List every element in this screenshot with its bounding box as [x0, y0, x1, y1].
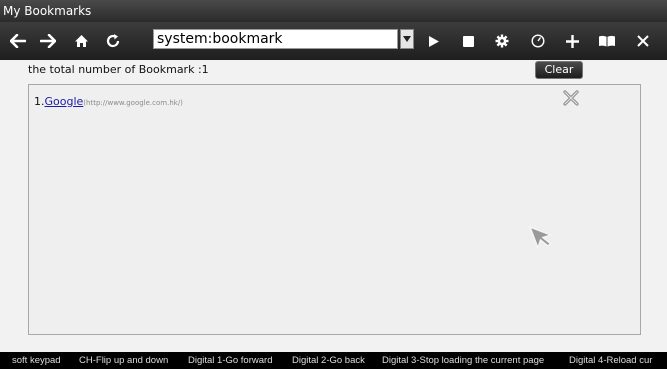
bookmark-list: 1.Google(http://www.google.com.hk/)	[28, 84, 641, 335]
home-button[interactable]	[66, 22, 96, 60]
bookmark-url: (http://www.google.com.hk/)	[83, 99, 183, 107]
refresh-button[interactable]	[98, 22, 128, 60]
window-title: My Bookmarks	[3, 4, 92, 18]
pointer-cursor-icon	[528, 225, 553, 250]
delete-icon	[563, 90, 579, 106]
close-icon	[637, 35, 649, 47]
go-button[interactable]	[419, 22, 449, 60]
add-bookmark-button[interactable]	[557, 22, 587, 60]
clock-icon	[531, 34, 545, 48]
forward-button[interactable]	[33, 22, 63, 60]
status-hint: Digital 3-Stop loading the current page	[382, 355, 545, 366]
status-hint: Digital 2-Go back	[292, 355, 365, 366]
stop-icon	[462, 35, 474, 47]
status-hint: Digital 1-Go forward	[188, 355, 273, 366]
address-input[interactable]	[153, 29, 398, 49]
close-button[interactable]	[628, 22, 658, 60]
status-hint: Digital 4-Reload cur	[569, 355, 653, 366]
bookmark-link[interactable]: Google	[45, 95, 84, 108]
bookmark-index: 1.	[34, 95, 45, 108]
plus-icon	[565, 34, 579, 48]
history-button[interactable]	[523, 22, 553, 60]
gear-icon	[495, 34, 509, 48]
bookmarks-button[interactable]	[592, 22, 622, 60]
play-icon	[429, 35, 439, 47]
stop-button[interactable]	[453, 22, 483, 60]
book-icon	[599, 35, 615, 47]
title-bar: My Bookmarks	[0, 0, 667, 22]
address-dropdown-button[interactable]	[400, 29, 414, 49]
refresh-icon	[106, 34, 120, 48]
back-button[interactable]	[3, 22, 33, 60]
home-icon	[74, 35, 88, 47]
settings-button[interactable]	[487, 22, 517, 60]
list-item: 1.Google(http://www.google.com.hk/)	[34, 95, 183, 110]
bookmark-count: the total number of Bookmark :1	[28, 63, 209, 76]
forward-arrow-icon	[40, 34, 56, 48]
clear-button[interactable]: Clear	[535, 61, 583, 79]
chevron-down-icon	[403, 36, 411, 42]
delete-bookmark-button[interactable]	[563, 90, 579, 106]
back-arrow-icon	[10, 34, 26, 48]
status-hint: soft keypad	[12, 355, 61, 366]
status-hint: CH-Flip up and down	[79, 355, 169, 366]
status-bar: soft keypad CH-Flip up and down Digital …	[0, 352, 667, 369]
